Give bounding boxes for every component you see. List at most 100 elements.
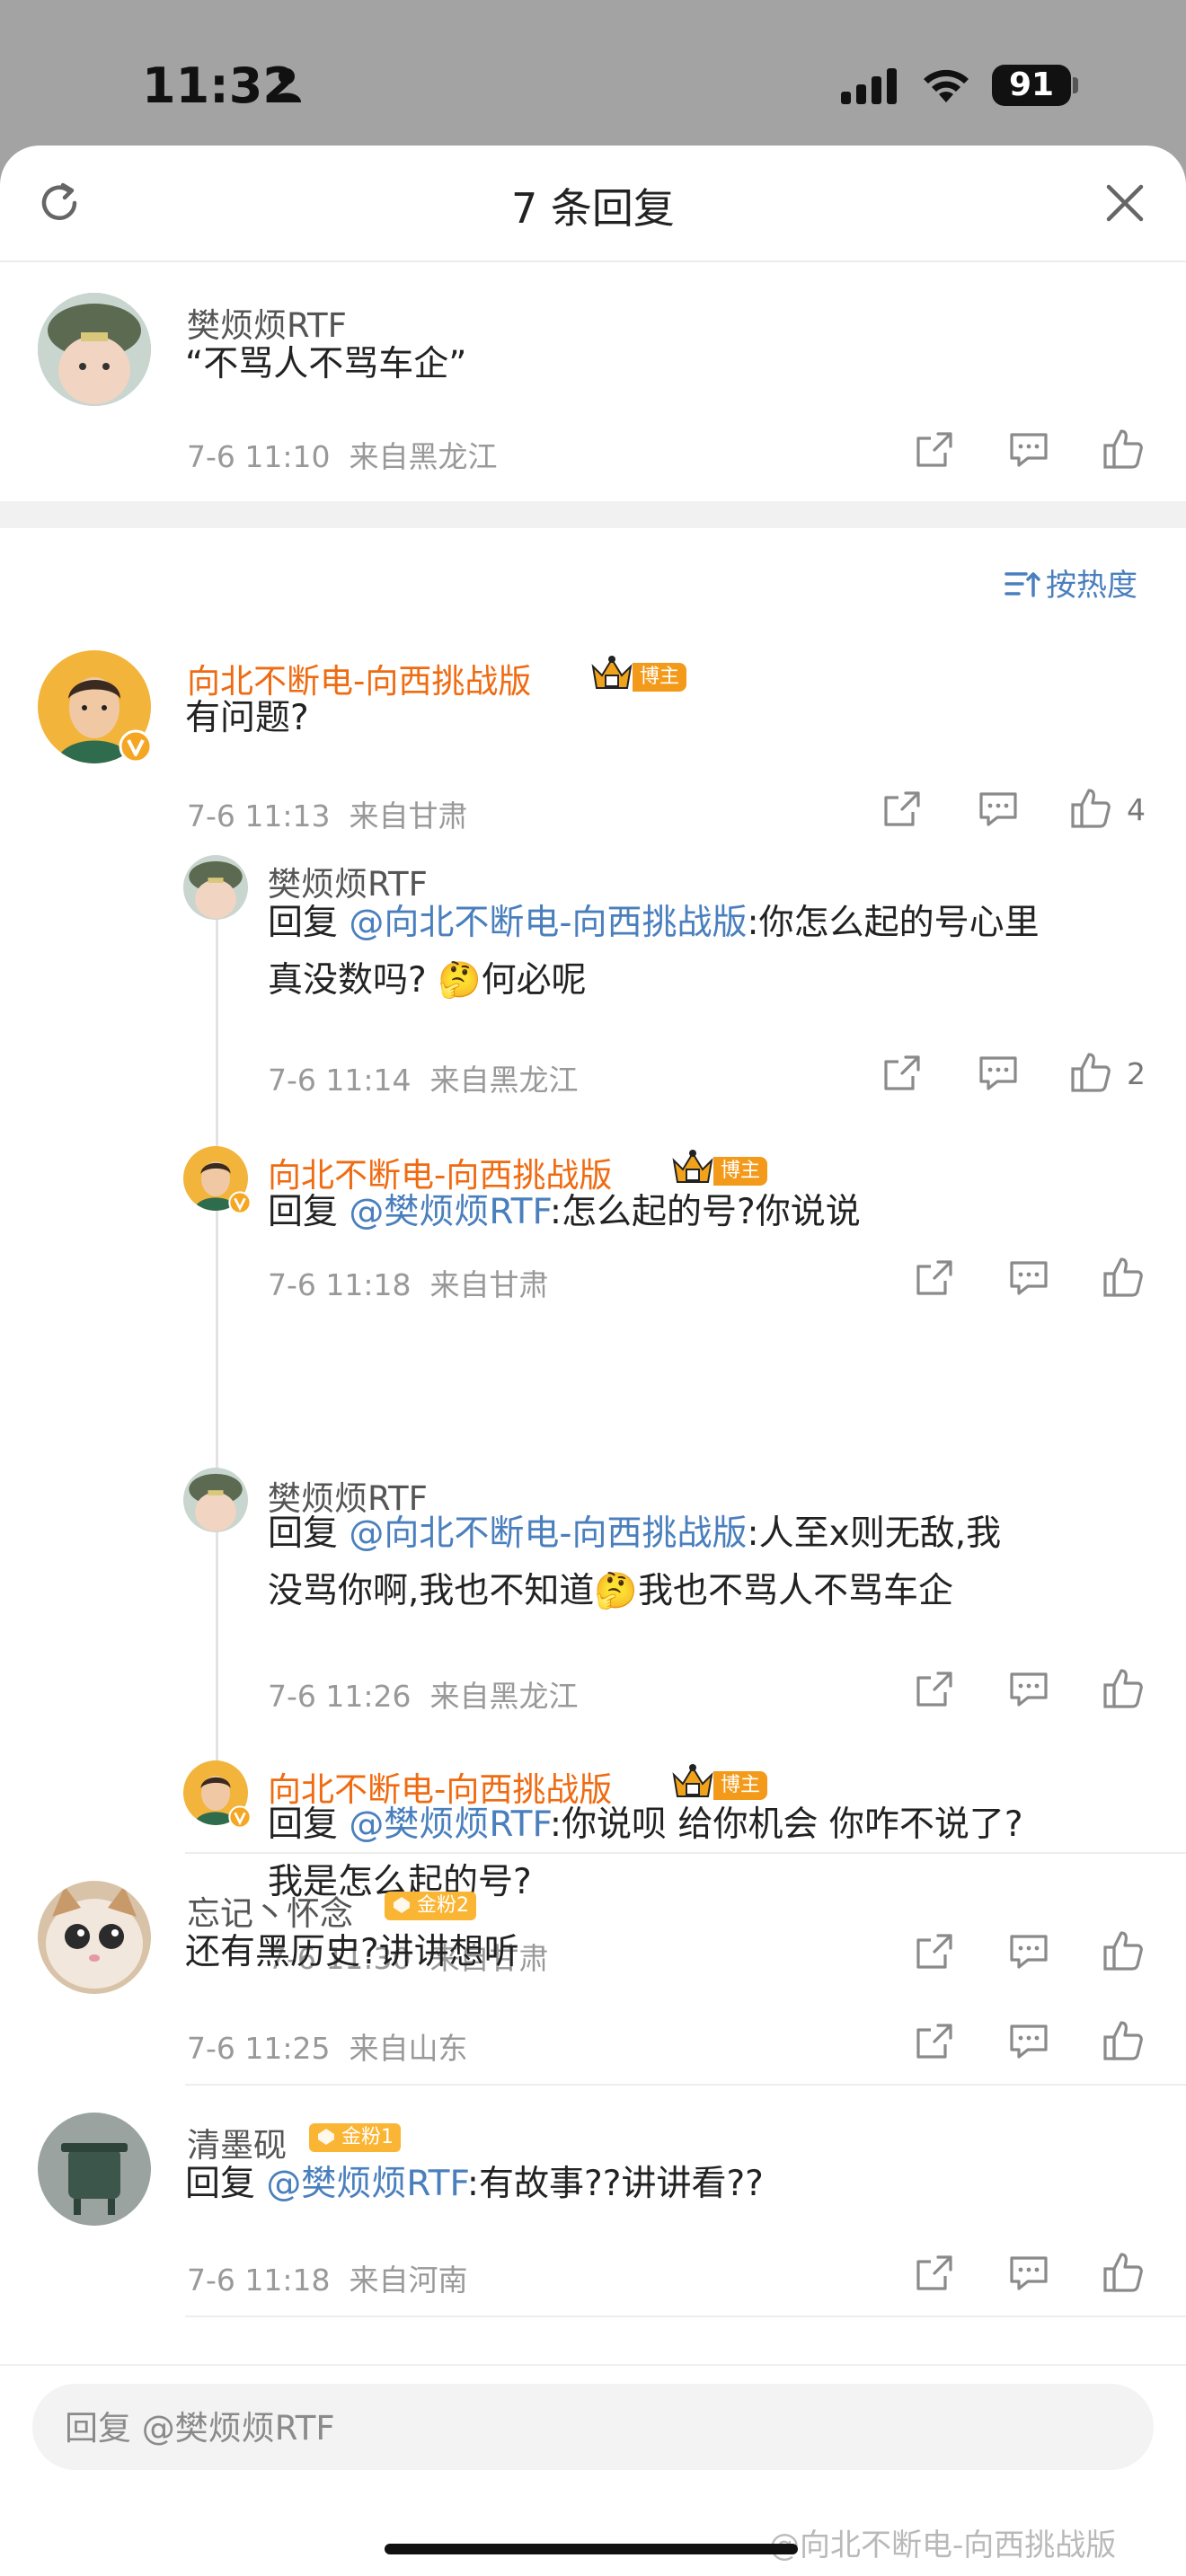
reply-line2-after: 何必呢 xyxy=(481,960,587,1001)
section-divider xyxy=(0,501,1186,528)
like-icon[interactable] xyxy=(1069,1051,1112,1098)
sheet-title: 7 条回复 xyxy=(511,184,675,233)
battery-indicator: 91 xyxy=(992,65,1071,106)
like-icon[interactable] xyxy=(1102,1667,1145,1714)
comment-icon[interactable] xyxy=(1008,431,1049,472)
comment-icon[interactable] xyxy=(1008,2023,1049,2064)
share-icon[interactable] xyxy=(915,2023,956,2064)
home-indicator[interactable] xyxy=(385,2544,798,2554)
share-icon[interactable] xyxy=(915,431,956,472)
timestamp: 7-6 11:18 xyxy=(268,1267,412,1302)
avatar-image xyxy=(183,855,248,920)
verified-icon xyxy=(228,1191,252,1214)
reply-text: 回复 @樊烦烦RTF:怎么起的号?你说说 xyxy=(268,1184,861,1241)
mention-link[interactable]: @向北不断电-向西挑战版 xyxy=(349,903,747,943)
comment-text: 还有黑历史?讲讲想听 xyxy=(185,1932,519,1972)
thinking-emoji-icon: 🤔 xyxy=(438,960,482,1001)
reply-text: 回复 @向北不断电-向西挑战版:人至x则无敌,我 没骂你啊,我也不知道🤔我也不骂… xyxy=(268,1505,1001,1620)
fan-icon xyxy=(394,1897,410,1913)
avatar[interactable] xyxy=(38,293,151,406)
mention-link[interactable]: @樊烦烦RTF xyxy=(349,1192,550,1232)
share-icon[interactable] xyxy=(882,790,924,832)
comment-icon[interactable] xyxy=(1008,2254,1049,2296)
avatar[interactable] xyxy=(183,855,248,920)
share-icon[interactable] xyxy=(915,1671,956,1712)
like-count: 4 xyxy=(1127,792,1146,827)
mention-link[interactable]: @樊烦烦RTF xyxy=(349,1804,550,1845)
reply-text: 回复 @樊烦烦RTF:你说呗 给你机会 你咋不说了? 我是怎么起的号? xyxy=(268,1796,1023,1911)
sort-by-hot-button[interactable]: 按热度 xyxy=(1005,560,1137,604)
reply-box[interactable] xyxy=(32,2384,1154,2472)
verified-icon xyxy=(228,1805,252,1829)
wifi-icon xyxy=(924,69,969,102)
comment-icon[interactable] xyxy=(1008,1933,1049,1974)
reply-prefix: 回复 xyxy=(268,1804,350,1845)
reply-line1: :你怎么起的号心里 xyxy=(747,903,1040,943)
reply-prefix: 回复 xyxy=(185,2164,267,2204)
location: 来自黑龙江 xyxy=(349,439,498,474)
comment-divider xyxy=(185,1852,1186,1854)
fan-badge-label: 金粉1 xyxy=(341,2126,394,2148)
share-icon[interactable] xyxy=(882,1054,924,1096)
comment-text: 回复 @樊烦烦RTF:有故事??讲讲看?? xyxy=(185,2156,764,2213)
timestamp: 7-6 11:18 xyxy=(187,2263,331,2298)
sort-label: 按热度 xyxy=(1046,568,1137,604)
location: 来自甘肃 xyxy=(429,1267,549,1302)
close-icon[interactable] xyxy=(1103,181,1146,225)
like-icon[interactable] xyxy=(1102,2019,1145,2066)
like-count: 2 xyxy=(1127,1056,1146,1091)
reply-input[interactable] xyxy=(63,2384,1127,2472)
comment-icon[interactable] xyxy=(1008,1671,1049,1712)
comment-meta: 7-6 11:13 来自甘肃 xyxy=(187,792,467,835)
fan-icon xyxy=(318,2129,334,2145)
comment-meta: 7-6 11:10 来自黑龙江 xyxy=(187,433,497,476)
comment-meta: 7-6 11:25 来自山东 xyxy=(187,2025,467,2068)
verified-icon xyxy=(119,729,153,763)
comment-divider xyxy=(185,2084,1186,2086)
watermark: @向北不断电-向西挑战版 xyxy=(769,2527,1117,2563)
reply-line2: 没骂你啊,我也不知道 xyxy=(268,1571,595,1611)
host-badge: 博主 xyxy=(670,1764,769,1800)
comment-icon[interactable] xyxy=(978,1054,1019,1096)
like-icon[interactable] xyxy=(1102,1929,1145,1976)
share-icon[interactable] xyxy=(915,1259,956,1301)
reply-body: :有故事??讲讲看?? xyxy=(466,2164,764,2204)
reply-prefix: 回复 xyxy=(268,1513,350,1554)
reply-line1: :你说呗 给你机会 你咋不说了? xyxy=(549,1804,1023,1845)
like-icon[interactable] xyxy=(1069,787,1112,834)
like-icon[interactable] xyxy=(1102,1256,1145,1302)
like-icon[interactable] xyxy=(1102,2251,1145,2298)
comment-meta: 7-6 11:18 来自河南 xyxy=(187,2256,467,2299)
like-icon[interactable] xyxy=(1102,428,1145,474)
battery-cap xyxy=(1073,77,1078,93)
avatar[interactable] xyxy=(38,1881,151,1994)
mention-link[interactable]: @向北不断电-向西挑战版 xyxy=(349,1513,747,1554)
comment-meta: 7-6 11:18 来自甘肃 xyxy=(268,1261,548,1304)
input-divider xyxy=(0,2364,1186,2366)
fan-badge: 金粉2 xyxy=(385,1892,476,1920)
share-icon[interactable] xyxy=(915,2254,956,2296)
avatar[interactable] xyxy=(38,2113,151,2226)
mention-link[interactable]: @樊烦烦RTF xyxy=(266,2164,467,2204)
comment-icon[interactable] xyxy=(978,790,1019,832)
avatar-image xyxy=(38,293,151,406)
reply-line2-after: 我也不骂人不骂车企 xyxy=(637,1571,953,1611)
host-badge-label: 博主 xyxy=(713,1157,768,1186)
comment-icon[interactable] xyxy=(1008,1259,1049,1301)
thread-line xyxy=(216,913,218,1813)
avatar-image xyxy=(183,1468,248,1532)
location: 来自黑龙江 xyxy=(429,1679,579,1714)
timestamp: 7-6 11:25 xyxy=(187,2031,331,2066)
timestamp: 7-6 11:26 xyxy=(268,1679,412,1714)
reply-line2: 真没数吗? xyxy=(268,960,427,1001)
location: 来自河南 xyxy=(349,2263,468,2298)
comment-divider xyxy=(185,2316,1186,2317)
comment-meta: 7-6 11:26 来自黑龙江 xyxy=(268,1672,578,1716)
signal-icon xyxy=(841,68,897,104)
host-badge: 博主 xyxy=(589,656,688,692)
crown-icon xyxy=(589,654,634,697)
location: 来自山东 xyxy=(349,2031,468,2066)
avatar[interactable] xyxy=(183,1468,248,1532)
share-icon[interactable] xyxy=(915,1933,956,1974)
host-badge-label: 博主 xyxy=(633,663,687,692)
